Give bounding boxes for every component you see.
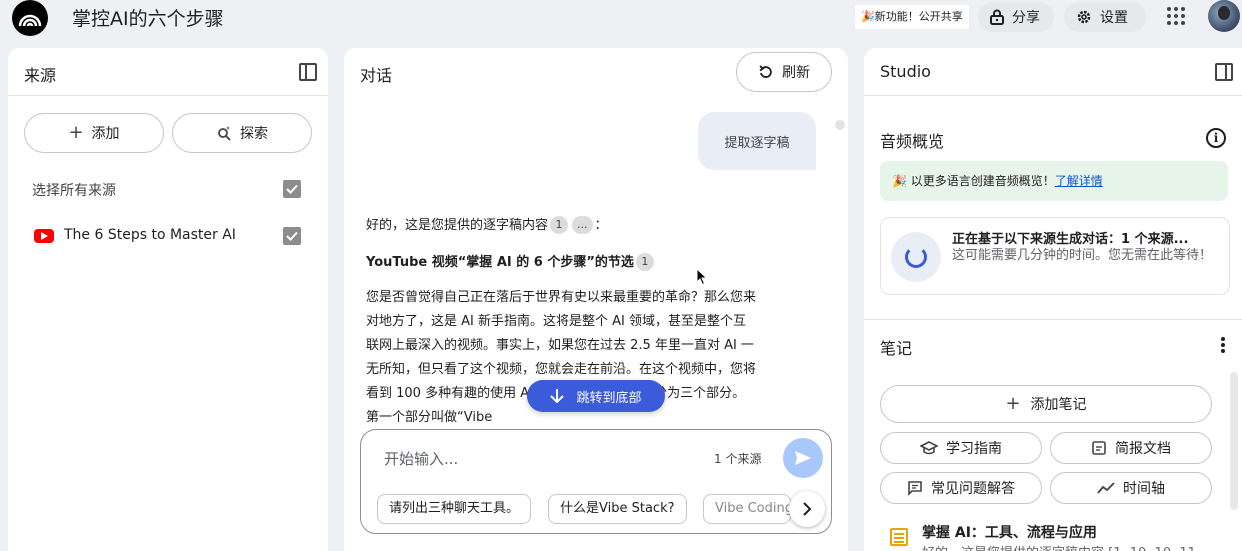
share-button[interactable]: 分享 bbox=[978, 2, 1054, 32]
audio-overview-title: 音频概览 bbox=[880, 132, 945, 151]
plus-icon: + bbox=[1005, 393, 1021, 414]
add-note-button[interactable]: + 添加笔记 bbox=[880, 385, 1212, 423]
faq-button[interactable]: 常见问题解答 bbox=[880, 472, 1042, 504]
sources-panel-header: 来源 bbox=[8, 48, 328, 96]
user-message-bubble: 提取逐字稿 bbox=[698, 112, 816, 170]
generation-status-title: 正在基于以下来源生成对话：1 个来源... bbox=[952, 232, 1189, 247]
check-icon bbox=[286, 231, 298, 241]
sources-panel: 来源 + 添加 探索 选择所有来源 The 6 Steps to Master … bbox=[8, 48, 328, 551]
chat-panel-title: 对话 bbox=[360, 66, 393, 85]
learn-more-link[interactable]: 了解详情 bbox=[1055, 174, 1103, 188]
jump-to-bottom-button[interactable]: 跳转到底部 bbox=[527, 380, 665, 412]
sources-panel-title: 来源 bbox=[24, 66, 57, 85]
more-vert-icon[interactable] bbox=[1221, 337, 1225, 353]
audio-generation-card: 正在基于以下来源生成对话：1 个来源... 这可能需要几分钟的时间。您无需在此等… bbox=[880, 217, 1230, 295]
source-item-name: The 6 Steps to Master AI bbox=[64, 227, 236, 243]
new-feature-badge[interactable]: 🎉新功能！公开共享 bbox=[855, 5, 969, 29]
chat-panel-header: 对话 刷新 bbox=[344, 48, 848, 96]
note-icon bbox=[890, 528, 908, 546]
studio-panel-header: Studio bbox=[864, 48, 1242, 96]
study-guide-button[interactable]: 学习指南 bbox=[880, 432, 1042, 464]
apps-grid-icon[interactable] bbox=[1166, 6, 1186, 26]
refresh-button[interactable]: 刷新 bbox=[736, 52, 832, 92]
ai-heading-text: YouTube 视频“掌握 AI 的 6 个步骤”的节选 bbox=[366, 255, 634, 270]
citation-badge[interactable]: 1 bbox=[550, 216, 569, 234]
ai-intro-text: 好的，这是您提供的逐字稿内容 bbox=[366, 218, 549, 233]
jump-to-bottom-label: 跳转到底部 bbox=[576, 390, 642, 406]
source-item[interactable]: The 6 Steps to Master AI bbox=[32, 224, 312, 248]
add-note-label: 添加笔记 bbox=[1030, 397, 1087, 413]
refresh-icon bbox=[759, 65, 772, 78]
briefing-doc-button[interactable]: 简报文档 bbox=[1050, 432, 1212, 464]
timeline-label: 时间轴 bbox=[1123, 481, 1165, 497]
notes-scrollbar[interactable] bbox=[1230, 372, 1238, 510]
collapse-panel-icon[interactable] bbox=[1215, 63, 1233, 81]
chevron-right-icon bbox=[803, 502, 812, 516]
mouse-cursor-icon bbox=[696, 268, 708, 286]
timeline-icon bbox=[1097, 482, 1115, 494]
section-divider bbox=[864, 319, 1242, 320]
chat-input[interactable]: 开始输入... bbox=[384, 448, 458, 469]
generation-status-subtitle: 这可能需要几分钟的时间。您无需在此等待！ bbox=[952, 248, 1213, 263]
chat-bubble-icon bbox=[908, 481, 922, 496]
graduation-cap-icon bbox=[920, 441, 938, 455]
info-icon[interactable]: i bbox=[1206, 128, 1226, 148]
timeline-button[interactable]: 时间轴 bbox=[1050, 472, 1212, 504]
collapse-panel-icon[interactable] bbox=[299, 63, 317, 81]
faq-label: 常见问题解答 bbox=[931, 481, 1015, 497]
citation-more-badge[interactable]: ... bbox=[572, 216, 593, 234]
sparkle-search-icon bbox=[218, 126, 231, 141]
document-icon bbox=[1092, 441, 1106, 455]
notebooklm-logo-icon[interactable] bbox=[12, 0, 48, 36]
add-source-label: 添加 bbox=[91, 126, 120, 142]
note-item[interactable]: 掌握 AI：工具、流程与应用 好的，这是您提供的逐字稿内容 [1, 10, 10… bbox=[890, 522, 1230, 551]
suggestion-chip[interactable]: Vibe Coding bbox=[703, 494, 791, 524]
arrow-down-icon bbox=[550, 389, 565, 404]
source-count-label: 1 个来源 bbox=[714, 452, 762, 466]
study-guide-label: 学习指南 bbox=[946, 441, 1002, 457]
youtube-icon bbox=[34, 229, 54, 243]
select-all-sources-label: 选择所有来源 bbox=[32, 183, 116, 199]
explore-label: 探索 bbox=[240, 126, 268, 142]
share-label: 分享 bbox=[1012, 10, 1040, 26]
app-header: 掌控AI的六个步骤 🎉新功能！公开共享 分享 设置 bbox=[0, 0, 1242, 36]
select-all-checkbox[interactable] bbox=[283, 180, 301, 198]
briefing-doc-label: 简报文档 bbox=[1115, 441, 1171, 457]
suggestions-next-button[interactable] bbox=[789, 491, 825, 527]
audio-language-banner: 🎉 以更多语言创建音频概览！了解详情 bbox=[880, 161, 1228, 201]
user-avatar[interactable] bbox=[1208, 0, 1240, 32]
chat-panel: 对话 刷新 提取逐字稿 好的，这是您提供的逐字稿内容 1...： YouTube … bbox=[344, 48, 848, 551]
studio-panel: Studio 音频概览 i 🎉 以更多语言创建音频概览！了解详情 正在基于以下来… bbox=[864, 48, 1242, 551]
gear-icon bbox=[1077, 10, 1091, 24]
note-title: 掌握 AI：工具、流程与应用 bbox=[922, 525, 1097, 541]
source-item-checkbox[interactable] bbox=[283, 227, 301, 245]
studio-panel-title: Studio bbox=[880, 62, 931, 81]
settings-label: 设置 bbox=[1100, 10, 1128, 26]
notes-title: 笔记 bbox=[880, 339, 913, 358]
send-icon bbox=[795, 451, 811, 465]
ai-intro-colon: ： bbox=[594, 218, 608, 233]
promo-text: 🎉 以更多语言创建音频概览！ bbox=[892, 174, 1055, 188]
add-source-button[interactable]: + 添加 bbox=[24, 113, 164, 153]
suggestion-chip[interactable]: 什么是Vibe Stack? bbox=[548, 494, 687, 524]
citation-badge[interactable]: 1 bbox=[635, 253, 654, 271]
settings-button[interactable]: 设置 bbox=[1064, 2, 1146, 32]
note-snippet: 好的，这是您提供的逐字稿内容 [1, 10, 10, 11 bbox=[922, 542, 1196, 551]
scroll-indicator bbox=[835, 120, 845, 130]
refresh-label: 刷新 bbox=[782, 65, 810, 81]
ai-intro-line: 好的，这是您提供的逐字稿内容 1...： bbox=[366, 214, 758, 238]
check-icon bbox=[286, 184, 298, 194]
send-button[interactable] bbox=[783, 438, 823, 478]
explore-sources-button[interactable]: 探索 bbox=[172, 113, 312, 153]
lock-icon bbox=[990, 9, 1004, 25]
plus-icon: + bbox=[68, 122, 84, 143]
loading-spinner-icon bbox=[891, 232, 941, 282]
chat-composer: 开始输入... 1 个来源 请列出三种聊天工具。 什么是Vibe Stack? … bbox=[360, 429, 832, 534]
notebook-title[interactable]: 掌控AI的六个步骤 bbox=[72, 4, 224, 31]
suggestion-chip[interactable]: 请列出三种聊天工具。 bbox=[377, 494, 532, 524]
